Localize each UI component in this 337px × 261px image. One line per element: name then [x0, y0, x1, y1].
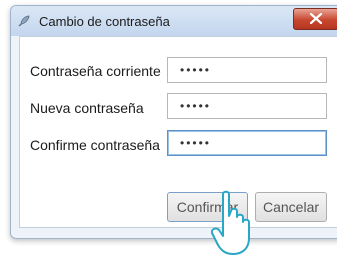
- current-password-label: Contraseña corriente: [30, 63, 161, 79]
- new-password-field[interactable]: •••••: [167, 93, 327, 119]
- confirm-password-field[interactable]: •••••: [167, 130, 327, 156]
- new-password-label: Nueva contraseña: [30, 100, 144, 116]
- close-button[interactable]: [293, 8, 337, 30]
- hand-pointer-icon: [211, 190, 250, 255]
- close-icon: [310, 13, 322, 24]
- password-change-dialog: Cambio de contraseña Contraseña corrient…: [10, 5, 337, 239]
- current-password-field[interactable]: •••••: [167, 57, 327, 83]
- title-bar[interactable]: Cambio de contraseña: [11, 6, 337, 36]
- feather-icon: [18, 15, 30, 27]
- confirm-password-label: Confirme contraseña: [30, 137, 160, 153]
- window-title: Cambio de contraseña: [39, 14, 170, 29]
- dialog-content: Contraseña corriente ••••• Nueva contras…: [19, 36, 337, 228]
